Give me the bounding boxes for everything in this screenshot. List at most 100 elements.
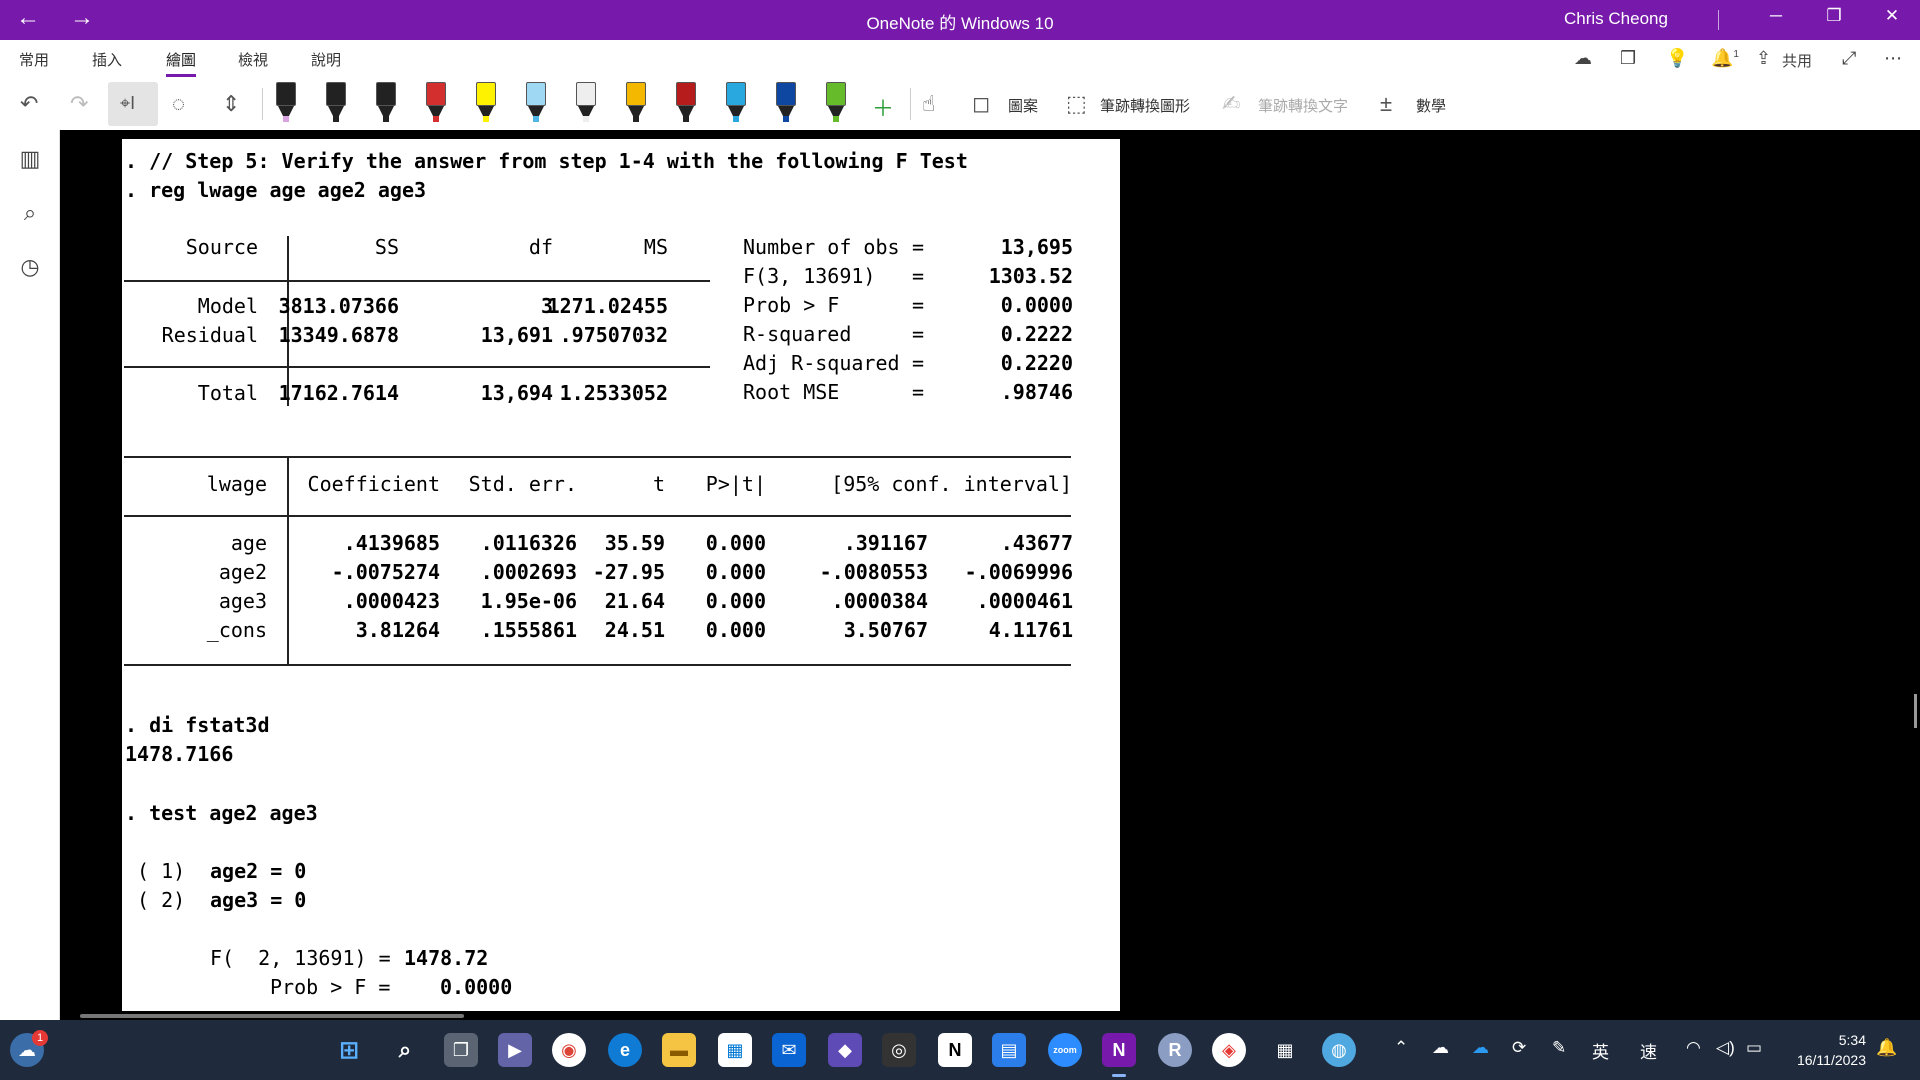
sticky-notes-icon[interactable]: ❒ (1620, 48, 1636, 69)
type-select-icon[interactable]: ⌖I (120, 93, 135, 114)
notebooks-icon[interactable]: ▥ (16, 146, 44, 172)
notification-center-icon[interactable]: 🔔 (1876, 1038, 1897, 1058)
show-hidden-icons-chevron-icon[interactable]: ⌃ (1394, 1038, 1408, 1058)
model-stat-label: Root MSE (743, 380, 840, 404)
pen-tool[interactable] (374, 82, 398, 126)
notifications-bell-icon[interactable]: 🔔1 (1711, 48, 1739, 69)
clipchamp-icon[interactable]: ◆ (828, 1033, 862, 1067)
recent-notes-clock-icon[interactable]: ◷ (16, 254, 44, 280)
tab-insert[interactable]: 插入 (92, 49, 122, 70)
battery-icon[interactable]: ▭ (1746, 1038, 1762, 1058)
pen-body (576, 82, 596, 106)
pen-tool[interactable] (724, 82, 748, 126)
math-icon[interactable]: ± (1380, 91, 1392, 117)
close-button[interactable]: ✕ (1872, 6, 1912, 26)
anova-header-ms: MS (643, 235, 668, 259)
onedrive-icon[interactable]: ☁ (1472, 1038, 1489, 1058)
ftest-value: 1478.72 (404, 946, 489, 970)
start-windows-icon[interactable]: ⊞ (332, 1033, 366, 1067)
tab-help[interactable]: 說明 (311, 49, 341, 70)
ink-to-text-button[interactable]: 筆跡轉換文字 (1258, 95, 1348, 116)
volume-icon[interactable]: ◁) (1716, 1038, 1735, 1058)
pen-body (826, 82, 846, 106)
pen-tool[interactable] (474, 82, 498, 126)
lasso-select-icon[interactable]: ◌ (172, 91, 185, 117)
redo-icon[interactable]: ↷ (70, 91, 88, 117)
pen-tool[interactable] (524, 82, 548, 126)
tab-view[interactable]: 檢視 (238, 49, 268, 70)
model-stat-equals: = (912, 235, 925, 259)
app-grid-icon[interactable]: ▦ (1268, 1033, 1302, 1067)
shapes-icon[interactable]: ◻ (972, 91, 990, 117)
chrome-icon[interactable]: ◉ (552, 1033, 586, 1067)
ink-to-text-icon[interactable]: ✍ (1222, 91, 1240, 117)
search-icon[interactable]: ⌕ (16, 200, 44, 226)
account-name[interactable]: Chris Cheong (1564, 9, 1668, 29)
coef-stderr: 1.95e-06 (480, 589, 577, 613)
file-explorer-icon[interactable]: ▬ (662, 1033, 696, 1067)
tab-home[interactable]: 常用 (19, 49, 49, 70)
minimize-button[interactable]: ─ (1756, 6, 1796, 26)
zoom-icon[interactable]: zoom (1048, 1033, 1082, 1067)
microsoft-store-icon[interactable]: ▦ (718, 1033, 752, 1067)
notion-icon[interactable]: N (938, 1033, 972, 1067)
sync-icon[interactable]: ⟳ (1512, 1038, 1526, 1058)
pen-tool[interactable] (774, 82, 798, 126)
pen-tool[interactable] (674, 82, 698, 126)
model-stat-label: Adj R-squared (743, 351, 900, 375)
wifi-icon[interactable]: ◠ (1686, 1038, 1701, 1058)
share-button[interactable]: 共用 (1782, 50, 1812, 71)
mail-icon[interactable]: ✉ (772, 1033, 806, 1067)
coef-ci-lower: -.0080553 (819, 560, 928, 584)
model-stat-value: 0.0000 (1000, 293, 1073, 317)
vertical-scrollbar[interactable] (1914, 694, 1917, 728)
onedrive-error-icon[interactable]: ☁ (1432, 1038, 1449, 1058)
pen-tool[interactable] (824, 82, 848, 126)
pen-tool[interactable] (624, 82, 648, 126)
sync-status-icon[interactable]: ☁ (1574, 48, 1592, 69)
more-options-icon[interactable]: ⋯ (1884, 48, 1902, 69)
constraint-1-number: ( 1) (137, 859, 186, 883)
tell-me-lightbulb-icon[interactable]: 💡 (1666, 48, 1688, 69)
toolbar-divider (262, 88, 263, 120)
anova-ms-value: 1271.02455 (547, 294, 668, 318)
anova-ms-value: 1.2533052 (559, 381, 668, 405)
coef-stderr: .0002693 (480, 560, 577, 584)
pen-body (776, 82, 796, 106)
pasted-stata-output-image: . // Step 5: Verify the answer from step… (122, 139, 1120, 1011)
pen-tool[interactable] (324, 82, 348, 126)
davinci-resolve-icon[interactable]: ◎ (882, 1033, 916, 1067)
ink-to-shape-icon[interactable]: ⬚ (1066, 91, 1087, 117)
vpn-shield-icon[interactable]: ◈ (1212, 1033, 1246, 1067)
input-language-indicator[interactable]: 英 (1592, 1038, 1609, 1063)
system-clock[interactable]: 5:34 16/11/2023 (1782, 1030, 1866, 1070)
browser-globe-icon[interactable]: ◍ (1322, 1033, 1356, 1067)
share-icon[interactable]: ⇪ (1756, 48, 1771, 69)
math-button[interactable]: 數學 (1416, 95, 1446, 116)
undo-icon[interactable]: ↶ (20, 91, 38, 117)
shapes-button[interactable]: 圖案 (1008, 95, 1038, 116)
add-pen-icon[interactable]: ＋ (872, 91, 894, 123)
touch-drawing-icon[interactable]: ☝ (922, 91, 935, 117)
ime-mode-indicator[interactable]: 速 (1640, 1038, 1657, 1063)
pen-tool[interactable] (574, 82, 598, 126)
horizontal-scrollbar[interactable] (80, 1014, 464, 1018)
stata-di-result: 1478.7166 (125, 742, 234, 766)
task-view-icon[interactable]: ❐ (444, 1033, 478, 1067)
pen-tool[interactable] (274, 82, 298, 126)
add-space-icon[interactable]: ⇕ (222, 91, 240, 117)
teams-chat-icon[interactable]: ▶ (498, 1033, 532, 1067)
edge-icon[interactable]: e (608, 1033, 642, 1067)
pen-body (676, 82, 696, 106)
calendar-icon[interactable]: ▤ (992, 1033, 1026, 1067)
onenote-icon[interactable]: N (1102, 1033, 1136, 1077)
tab-draw[interactable]: 繪圖 (166, 49, 197, 77)
restore-button[interactable]: ❐ (1814, 6, 1854, 26)
pen-tool[interactable] (424, 82, 448, 126)
anova-header-ss: SS (374, 235, 399, 259)
pen-menu-icon[interactable]: ✎ (1552, 1038, 1566, 1058)
ink-to-shape-button[interactable]: 筆跡轉換圖形 (1100, 95, 1190, 116)
search-icon[interactable]: ⌕ (388, 1033, 422, 1067)
r-icon[interactable]: R (1158, 1033, 1192, 1067)
fullscreen-icon[interactable]: ⤢ (1842, 48, 1856, 69)
